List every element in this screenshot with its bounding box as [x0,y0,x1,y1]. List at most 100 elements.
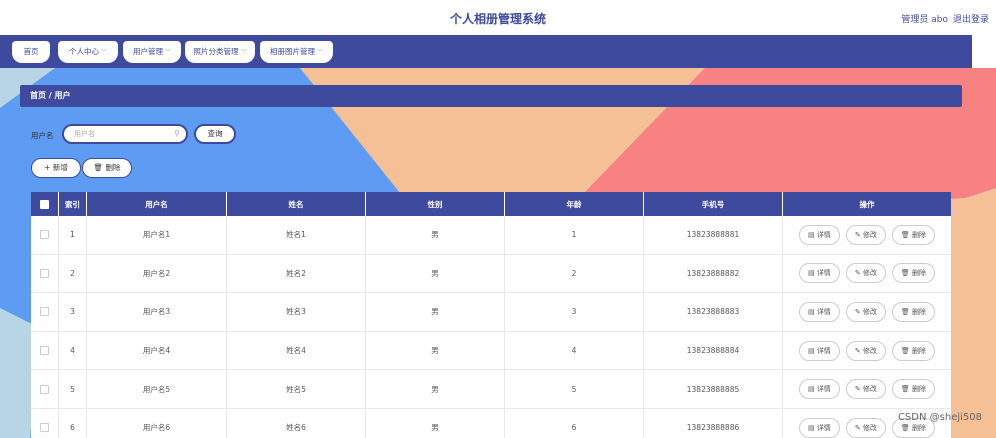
detail-button-label: 详情 [816,385,831,394]
detail-button-label: 详情 [816,307,831,316]
search-icon: ⚲ [174,129,180,138]
delete-button-label: 删除 [912,269,927,278]
detail-button[interactable]: ▤ 详情 [798,263,840,284]
cell-actions: ▤ 详情 ✎ 修改 🗑 删除 [783,370,951,408]
search-label: 用户名 [31,131,54,140]
detail-button[interactable]: ▤ 详情 [798,301,840,322]
row-checkbox[interactable] [31,293,59,331]
logout-link[interactable]: 退出登录 [953,12,989,25]
col-name: 姓名 [227,192,366,216]
edit-button[interactable]: ✎ 修改 [845,340,886,361]
cell-index: 6 [59,408,87,438]
cell-gender: 男 [366,408,505,438]
delete-button[interactable]: 🗑 删除 [891,263,936,284]
main-nav: 首页 个人中心 ﹀ 用户管理 ﹀ 照片分类管理 ﹀ 相册图片管理 ﹀ [0,35,972,68]
detail-button[interactable]: ▤ 详情 [798,417,840,438]
edit-button[interactable]: ✎ 修改 [845,263,886,284]
cell-actions: ▤ 详情 ✎ 修改 🗑 删除 [783,216,951,254]
cell-gender: 男 [366,293,505,331]
trash-icon: 🗑 [900,269,913,278]
cell-name: 姓名1 [227,216,366,254]
edit-button[interactable]: ✎ 修改 [845,224,886,245]
table-header: 索引 用户名 姓名 性别 年龄 手机号 操作 [31,192,951,216]
cell-index: 2 [59,254,87,293]
detail-icon: ▤ [807,230,817,239]
cell-name: 姓名5 [227,370,366,408]
cell-actions: ▤ 详情 ✎ 修改 🗑 删除 [783,332,951,370]
search-input[interactable]: 用户名 ⚲ [62,124,188,144]
batch-delete-label: 删除 [105,163,121,172]
trash-icon: 🗑 [900,423,913,432]
detail-icon: ▤ [807,385,817,394]
nav-personal-center[interactable]: 个人中心 ﹀ [58,41,118,63]
trash-icon: 🗑 [900,230,913,239]
edit-button-label: 修改 [862,423,877,432]
detail-icon: ▤ [807,307,817,316]
nav-personal-center-label: 个人中心 [68,47,99,56]
cell-phone: 13823888883 [644,293,783,331]
user-table: 索引 用户名 姓名 性别 年龄 手机号 操作 1 用户名1 姓名1 男 1 1382388… [31,192,951,438]
add-button[interactable]: + 新增 [31,158,81,178]
cell-username: 用户名2 [87,254,227,293]
detail-button[interactable]: ▤ 详情 [798,379,840,400]
breadcrumb: 首页 / 用户 [20,85,962,107]
detail-icon: ▤ [807,269,817,278]
row-checkbox[interactable] [31,254,59,293]
search-button[interactable]: 查询 [194,124,236,144]
cell-username: 用户名6 [87,408,227,438]
edit-button[interactable]: ✎ 修改 [845,379,886,400]
nav-home-label: 首页 [23,47,39,56]
detail-button-label: 详情 [816,230,831,239]
edit-button-label: 修改 [862,346,877,355]
edit-button[interactable]: ✎ 修改 [845,417,886,438]
cell-actions: ▤ 详情 ✎ 修改 🗑 删除 [783,255,951,293]
batch-delete-button[interactable]: 🗑 删除 [82,158,132,178]
table-row: 6 用户名6 姓名6 男 6 13823888886 ▤ 详情 ✎ 修改 🗑 删除 [31,408,951,438]
select-all-checkbox[interactable] [31,192,59,216]
edit-button-label: 修改 [862,307,877,316]
delete-button-label: 删除 [912,423,927,432]
delete-button[interactable]: 🗑 删除 [891,340,936,361]
row-checkbox[interactable] [31,408,59,438]
edit-button-label: 修改 [862,269,877,278]
table-row: 5 用户名5 姓名5 男 5 13823888885 ▤ 详情 ✎ 修改 🗑 删除 [31,370,951,409]
delete-button[interactable]: 🗑 删除 [891,224,936,245]
col-index: 索引 [59,192,87,216]
cell-age: 4 [505,331,644,370]
detail-button-label: 详情 [816,269,831,278]
detail-button[interactable]: ▤ 详情 [798,340,840,361]
trash-icon: 🗑 [900,346,913,355]
edit-button-label: 修改 [862,385,877,394]
cell-username: 用户名1 [87,216,227,254]
cell-phone: 13823888886 [644,408,783,438]
edit-icon: ✎ [854,230,863,239]
delete-button-label: 删除 [912,230,927,239]
nav-user-management-label: 用户管理 [132,47,163,56]
delete-button[interactable]: 🗑 删除 [891,301,936,322]
cell-index: 4 [59,331,87,370]
delete-button-label: 删除 [912,307,927,316]
row-checkbox[interactable] [31,370,59,408]
detail-icon: ▤ [807,423,817,432]
nav-photo-category[interactable]: 照片分类管理 ﹀ [185,41,255,63]
trash-icon: 🗑 [900,385,913,394]
row-checkbox[interactable] [31,331,59,370]
edit-button[interactable]: ✎ 修改 [845,301,886,322]
nav-album-image-label: 相册图片管理 [269,47,315,56]
app-title: 个人相册管理系统 [449,12,546,26]
top-bar: 个人相册管理系统 管理员 abo 退出登录 [0,0,996,35]
nav-album-image[interactable]: 相册图片管理 ﹀ [260,41,333,63]
nav-home[interactable]: 首页 [12,41,50,63]
table-row: 2 用户名2 姓名2 男 2 13823888882 ▤ 详情 ✎ 修改 🗑 删除 [31,254,951,294]
cell-gender: 男 [366,216,505,254]
cell-name: 姓名2 [227,254,366,293]
cell-username: 用户名5 [87,370,227,408]
detail-button[interactable]: ▤ 详情 [798,224,840,245]
delete-button[interactable]: 🗑 删除 [891,379,936,400]
row-checkbox[interactable] [31,216,59,254]
cell-gender: 男 [366,331,505,370]
cell-index: 5 [59,370,87,408]
table-row: 4 用户名4 姓名4 男 4 13823888884 ▤ 详情 ✎ 修改 🗑 删除 [31,331,951,371]
chevron-down-icon: ﹀ [164,49,171,56]
nav-user-management[interactable]: 用户管理 ﹀ [123,41,181,63]
